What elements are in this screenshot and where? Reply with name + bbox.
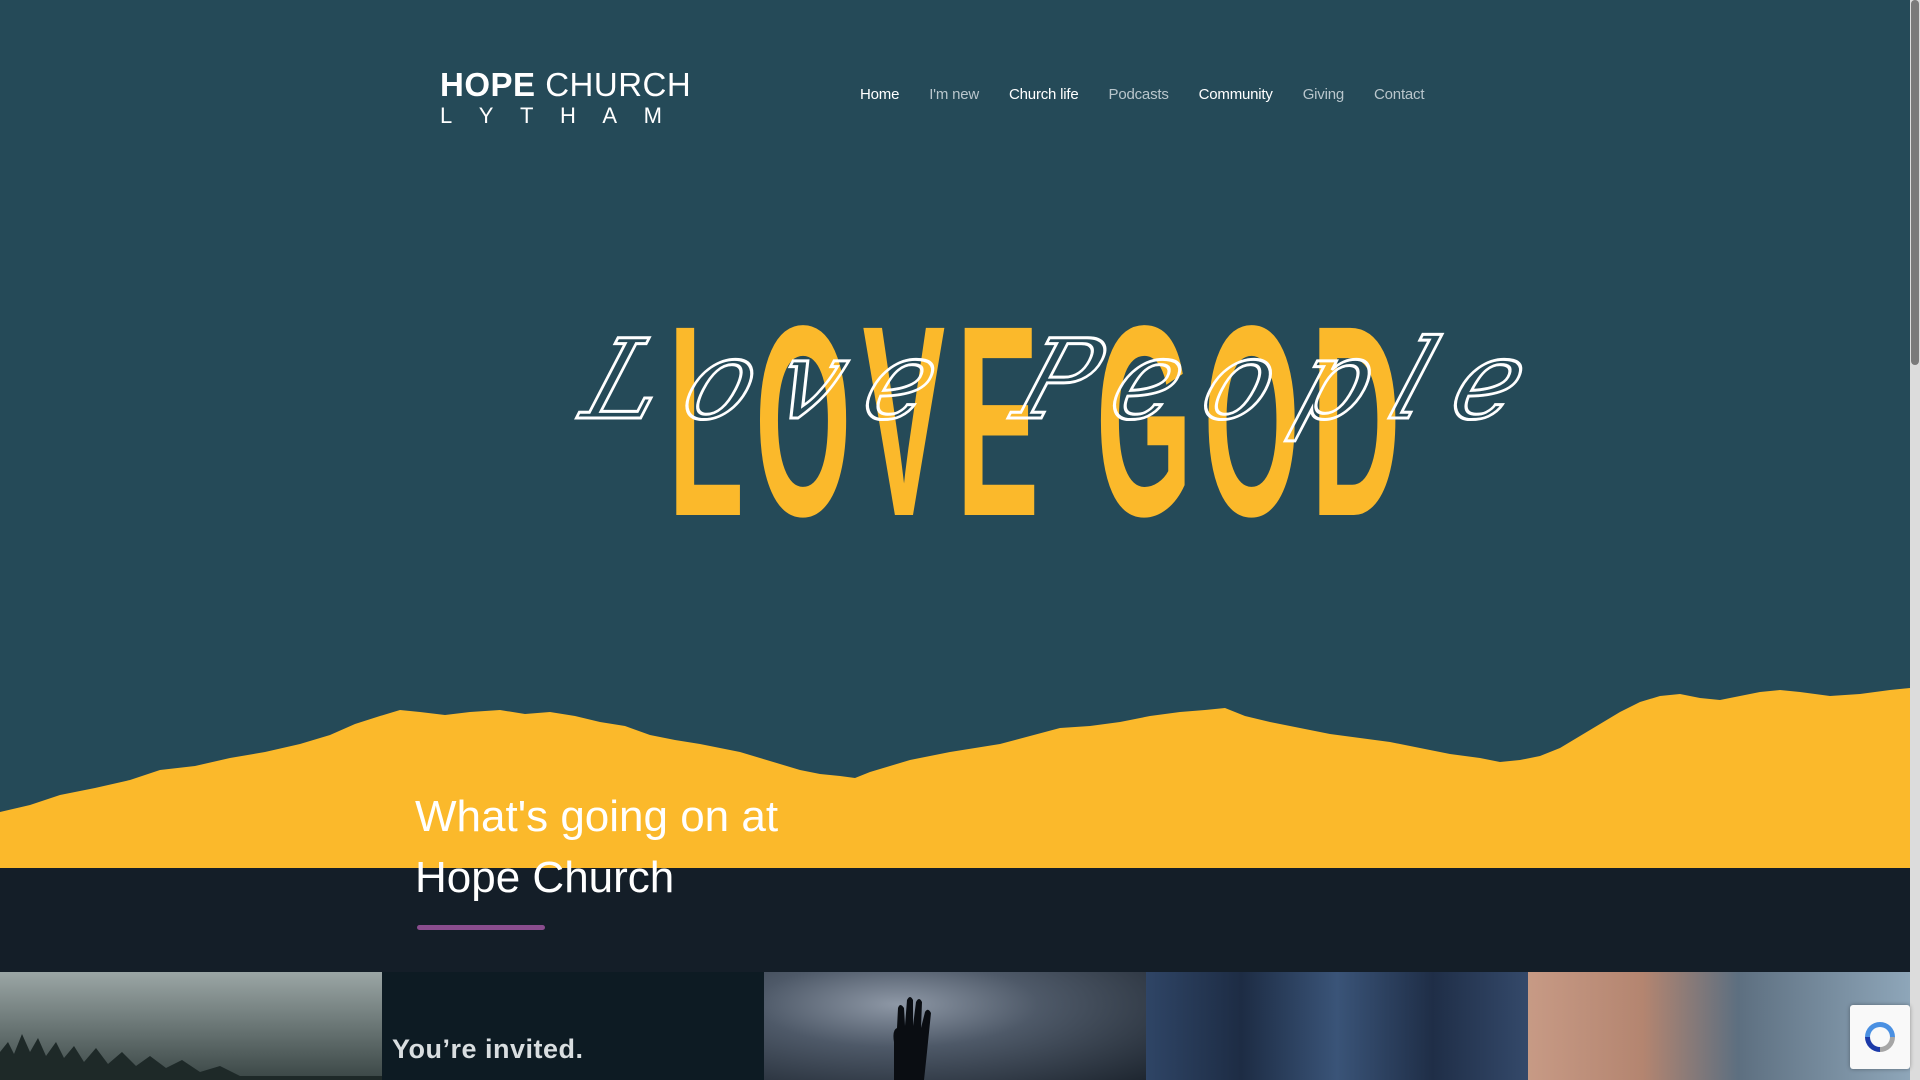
section-title: What's going on at Hope Church — [415, 792, 779, 902]
logo-letter: A — [602, 103, 618, 128]
nav-item-contact[interactable]: Contact — [1374, 86, 1424, 103]
page-scrollbar[interactable] — [1910, 0, 1920, 1080]
nav-item-podcasts[interactable]: Podcasts — [1109, 86, 1169, 103]
tile-forest[interactable] — [0, 972, 382, 1080]
torn-paper-band — [0, 688, 1910, 868]
tile-invite-text: You’re invited. — [392, 1034, 584, 1064]
nav-item-home[interactable]: Home — [860, 86, 899, 103]
tile-invite[interactable]: You’re invited. — [382, 972, 764, 1080]
forest-silhouette-icon — [0, 1034, 382, 1080]
logo-letter: T — [520, 103, 534, 128]
recaptcha-icon — [1865, 1022, 1895, 1052]
hero: LOVE GOD Love People — [0, 0, 1910, 1080]
raised-hand-icon — [893, 997, 931, 1080]
hero-script-text: Love People — [568, 316, 1570, 445]
logo-letter: H — [559, 103, 576, 128]
logo-wordmark: HOPE CHURCH — [440, 68, 691, 101]
logo-letter: Y — [478, 103, 494, 128]
tile-worship[interactable] — [764, 972, 1146, 1080]
nav-item-community[interactable]: Community — [1199, 86, 1273, 103]
site-logo[interactable]: HOPE CHURCH L Y T H A M — [440, 68, 691, 127]
logo-name-light: CHURCH — [545, 66, 692, 103]
feature-tiles: You’re invited. — [0, 972, 1910, 1080]
logo-letter: M — [643, 103, 662, 128]
hero-artwork: LOVE GOD Love People — [0, 269, 1910, 972]
title-underline — [417, 925, 545, 930]
logo-letter: L — [440, 103, 453, 128]
nav-item-church-life[interactable]: Church life — [1009, 86, 1079, 103]
scrollbar-thumb[interactable] — [1911, 0, 1919, 365]
logo-name-bold: HOPE — [440, 66, 536, 103]
dark-band — [0, 868, 1910, 972]
recaptcha-badge[interactable] — [1850, 1005, 1910, 1069]
logo-location: L Y T H A M — [440, 105, 662, 127]
main-nav: Home I'm new Church life Podcasts Commun… — [860, 86, 1454, 103]
nav-item-giving[interactable]: Giving — [1303, 86, 1345, 103]
tile-jeans[interactable] — [1146, 972, 1528, 1080]
nav-item-im-new[interactable]: I'm new — [929, 86, 979, 103]
